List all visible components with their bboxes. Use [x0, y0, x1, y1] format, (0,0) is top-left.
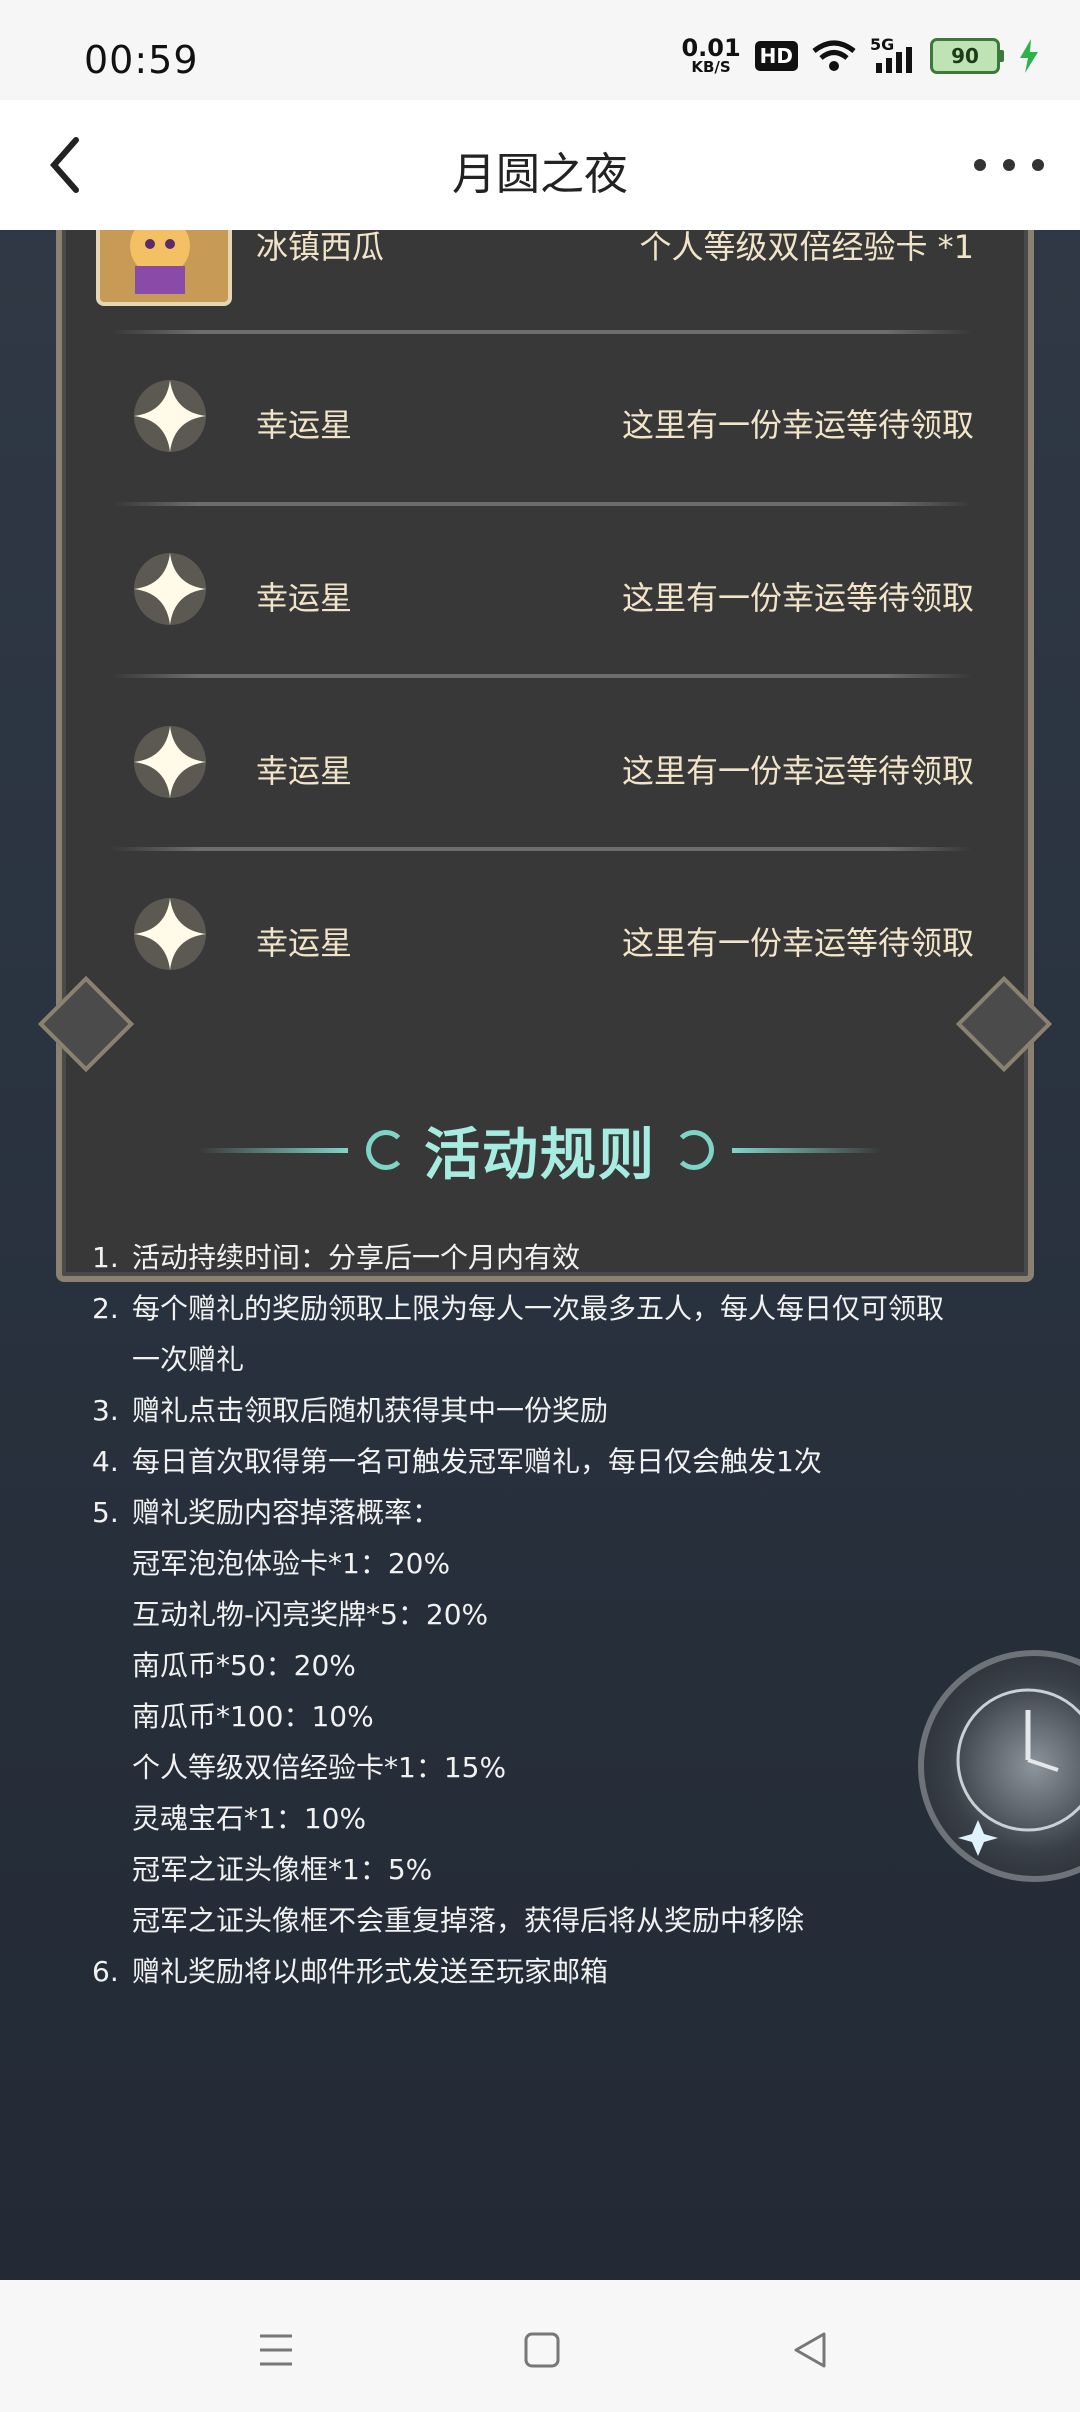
rule-number: 1. [92, 1241, 119, 1274]
rule-number: 5. [92, 1496, 119, 1529]
page-title: 月圆之夜 [452, 149, 628, 200]
home-square-icon[interactable] [512, 2320, 572, 2380]
charging-icon [1020, 38, 1038, 73]
row-divider [112, 674, 972, 678]
rule-text: 南瓜币*50：20% [132, 1649, 356, 1682]
reward-desc: 这里有一份幸运等待领取 [621, 579, 974, 617]
dot [974, 159, 986, 171]
rule-text: 冠军之证头像框不会重复掉落，获得后将从奖励中移除 [132, 1904, 805, 1937]
rule-text: 一次赠礼 [132, 1343, 245, 1376]
sparkle-star-icon [134, 898, 206, 970]
dot [1003, 159, 1015, 171]
rule-text: 冠军之证头像框*1：5% [132, 1853, 433, 1886]
rule-text: 互动礼物-闪亮奖牌*5：20% [132, 1598, 489, 1631]
rule-text: 每个赠礼的奖励领取上限为每人一次最多五人，每人每日仅可领取 [132, 1292, 945, 1325]
event-content: 冰镇西瓜 个人等级双倍经验卡 *1 幸运星 这里有一份幸运等待领取 幸运星 这里… [0, 230, 1080, 2280]
signal-icon: 5G [870, 35, 916, 73]
rule-item: 2. 每个赠礼的奖励领取上限为每人一次最多五人，每人每日仅可领取 [92, 1283, 1012, 1334]
rule-number: 4. [92, 1445, 119, 1478]
rule-item: 3. 赠礼点击领取后随机获得其中一份奖励 [92, 1385, 1012, 1436]
reward-row: 幸运星 这里有一份幸运等待领取 [0, 380, 1080, 550]
rule-item: 4. 每日首次取得第一名可触发冠军赠礼，每日仅会触发1次 [92, 1436, 1012, 1487]
rule-item: 冠军之证头像框不会重复掉落，获得后将从奖励中移除 [92, 1895, 1012, 1946]
rule-text: 赠礼奖励将以邮件形式发送至玩家邮箱 [132, 1955, 609, 1988]
rule-number: 3. [92, 1394, 119, 1427]
reward-desc: 这里有一份幸运等待领取 [621, 924, 974, 962]
app-header: 月圆之夜 [0, 100, 1080, 230]
battery-level: 90 [930, 37, 1000, 74]
swirl-icon [674, 1130, 714, 1170]
net-speed-value: 0.01 [681, 34, 741, 62]
rule-item: 南瓜币*50：20% [92, 1640, 1012, 1691]
status-time: 00:59 [84, 38, 199, 82]
rule-text: 南瓜币*100：10% [132, 1700, 374, 1733]
row-divider [112, 502, 972, 506]
hd-icon: HD [754, 40, 798, 71]
reward-row: 幸运星 这里有一份幸运等待领取 [0, 726, 1080, 896]
dot [1032, 159, 1044, 171]
reward-name: 幸运星 [256, 752, 353, 790]
reward-name: 幸运星 [256, 406, 353, 444]
rule-item: 南瓜币*100：10% [92, 1691, 1012, 1742]
rule-text: 个人等级双倍经验卡*1：15% [132, 1751, 507, 1784]
back-triangle-icon[interactable] [780, 2320, 840, 2380]
rules-heading: 活动规则 [0, 1110, 1080, 1190]
reward-name: 幸运星 [256, 924, 353, 962]
rule-item: 一次赠礼 [92, 1334, 1012, 1385]
heading-line-left [198, 1147, 348, 1153]
wifi-icon [812, 40, 856, 71]
row-divider [112, 330, 972, 334]
rule-number: 2. [92, 1292, 119, 1325]
status-icons: 0.01 KB/S HD 5G 90 [681, 35, 1040, 75]
rule-text: 赠礼奖励内容掉落概率： [132, 1496, 441, 1529]
rule-item: 冠军之证头像框*1：5% [92, 1844, 1012, 1895]
rule-text: 活动持续时间：分享后一个月内有效 [132, 1241, 581, 1274]
rule-item: 个人等级双倍经验卡*1：15% [92, 1742, 1012, 1793]
reward-desc: 个人等级双倍经验卡 *1 [639, 230, 974, 266]
reward-row: 幸运星 这里有一份幸运等待领取 [0, 898, 1080, 1068]
rule-text: 冠军泡泡体验卡*1：20% [132, 1547, 451, 1580]
battery-nub [1000, 49, 1004, 62]
reward-name: 幸运星 [256, 579, 353, 617]
rule-item: 灵魂宝石*1：10% [92, 1793, 1012, 1844]
more-dots-icon[interactable] [974, 140, 1044, 190]
rule-item: 6. 赠礼奖励将以邮件形式发送至玩家邮箱 [92, 1946, 1012, 1997]
avatar [96, 230, 232, 306]
rules-title: 活动规则 [424, 1122, 656, 1188]
reward-desc: 这里有一份幸运等待领取 [621, 752, 974, 790]
sparkle-star-icon [134, 553, 206, 625]
heading-line-right [732, 1147, 882, 1153]
rule-text: 赠礼点击领取后随机获得其中一份奖励 [132, 1394, 609, 1427]
rule-text: 灵魂宝石*1：10% [132, 1802, 367, 1835]
clock-decoration-icon [918, 1650, 1080, 1882]
reward-name: 冰镇西瓜 [256, 230, 385, 266]
battery-icon: 90 [930, 37, 1004, 74]
rule-item: 5. 赠礼奖励内容掉落概率： [92, 1487, 1012, 1538]
rule-item: 1. 活动持续时间：分享后一个月内有效 [92, 1232, 1012, 1283]
reward-desc: 这里有一份幸运等待领取 [621, 406, 974, 444]
net-speed-unit: KB/S [691, 58, 731, 76]
row-divider [112, 847, 972, 851]
sparkle-star-icon [134, 726, 206, 798]
rule-number: 6. [92, 1955, 119, 1988]
rule-text: 每日首次取得第一名可触发冠军赠礼，每日仅会触发1次 [132, 1445, 822, 1478]
reward-row: 幸运星 这里有一份幸运等待领取 [0, 553, 1080, 723]
system-nav-bar [0, 2280, 1080, 2412]
rule-item: 冠军泡泡体验卡*1：20% [92, 1538, 1012, 1589]
rules-list: 1. 活动持续时间：分享后一个月内有效 2. 每个赠礼的奖励领取上限为每人一次最多五… [92, 1232, 1012, 1997]
swirl-icon [366, 1130, 406, 1170]
menu-icon[interactable] [246, 2320, 306, 2380]
net-speed: 0.01 KB/S [681, 36, 740, 75]
rule-item: 互动礼物-闪亮奖牌*5：20% [92, 1589, 1012, 1640]
reward-row: 冰镇西瓜 个人等级双倍经验卡 *1 [0, 230, 1080, 372]
sparkle-star-icon [134, 380, 206, 452]
